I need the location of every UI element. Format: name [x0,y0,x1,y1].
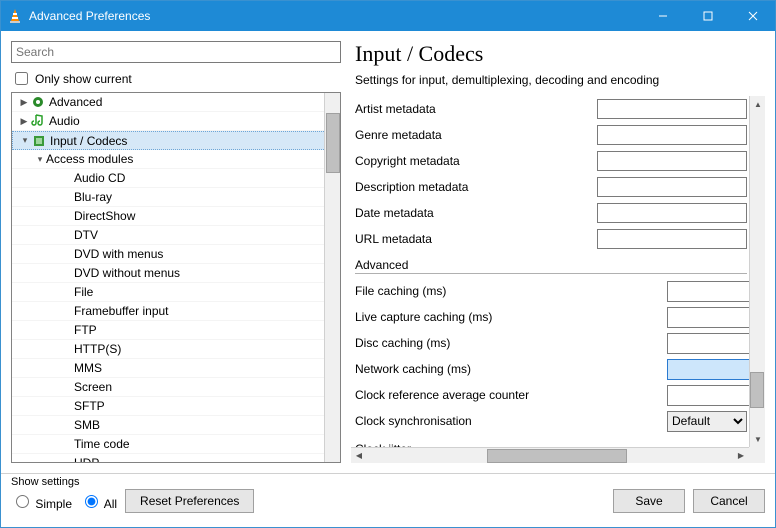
spinbox[interactable]: ▲▼ [667,385,747,406]
gear-icon [30,94,46,110]
only-show-current-checkbox[interactable]: Only show current [11,69,341,88]
field-label: Live capture caching (ms) [355,310,661,324]
page-heading: Input / Codecs [355,41,765,67]
show-settings-label: Show settings [11,476,613,488]
spinbox[interactable]: ▲▼ [667,333,747,354]
tree-leaf[interactable]: Screen [12,378,340,397]
reset-preferences-button[interactable]: Reset Preferences [125,489,254,513]
window-title: Advanced Preferences [29,9,640,23]
minimize-button[interactable] [640,1,685,31]
metadata-row: Copyright metadata [355,148,747,174]
close-button[interactable] [730,1,775,31]
advanced-row: File caching (ms) ▲▼ [355,278,747,304]
advanced-row: Network caching (ms) ▲▼ [355,356,747,382]
spinbox[interactable]: ▲▼ [667,307,747,328]
tree-leaf[interactable]: DTV [12,226,340,245]
scroll-left-arrow-icon[interactable]: ◀ [351,448,367,464]
form-hscrollbar[interactable]: ◀ ▶ [351,447,749,463]
advanced-row: Clock reference average counter ▲▼ [355,382,747,408]
field-label: URL metadata [355,232,591,246]
right-pane: Input / Codecs Settings for input, demul… [351,41,765,463]
tree-leaf[interactable]: HTTP(S) [12,340,340,359]
tree-leaf[interactable]: DVD without menus [12,264,340,283]
advanced-row: Disc caching (ms) ▲▼ [355,330,747,356]
metadata-row: Date metadata [355,200,747,226]
field-label: Description metadata [355,180,591,194]
field-label: Clock reference average counter [355,388,661,402]
radio-simple[interactable]: Simple [11,492,72,511]
metadata-input[interactable] [597,99,747,119]
tree-leaf[interactable]: SMB [12,416,340,435]
spinbox[interactable]: ▲▼ [667,281,747,302]
tree-leaf[interactable]: FTP [12,321,340,340]
cut-row: Clock jitter [355,434,747,447]
tree-leaf[interactable]: UDP [12,454,340,462]
search-input[interactable] [11,41,341,63]
tree-leaf[interactable]: Audio CD [12,169,340,188]
tree-node-audio[interactable]: ▶ Audio [12,112,340,131]
metadata-row: Genre metadata [355,122,747,148]
tree-leaf[interactable]: DirectShow [12,207,340,226]
cancel-button[interactable]: Cancel [693,489,765,513]
tree-leaf[interactable]: MMS [12,359,340,378]
metadata-row: Artist metadata [355,96,747,122]
field-label: Genre metadata [355,128,591,142]
field-label: Network caching (ms) [355,362,661,376]
field-label: Clock synchronisation [355,414,661,428]
titlebar: Advanced Preferences [1,1,775,31]
field-label: File caching (ms) [355,284,661,298]
maximize-button[interactable] [685,1,730,31]
metadata-input[interactable] [597,229,747,249]
metadata-input[interactable] [597,177,747,197]
chip-icon [31,133,47,149]
tree-leaf[interactable]: Time code [12,435,340,454]
tree-node-advanced[interactable]: ▶ Advanced [12,93,340,112]
advanced-row: Clock synchronisation Default [355,408,747,434]
field-label: Artist metadata [355,102,591,116]
tree-leaf[interactable]: Blu-ray [12,188,340,207]
tree-leaf[interactable]: DVD with menus [12,245,340,264]
bottom-bar: Show settings Simple All Reset Preferenc… [1,473,775,517]
metadata-row: Description metadata [355,174,747,200]
tree-leaf[interactable]: SFTP [12,397,340,416]
page-description: Settings for input, demultiplexing, deco… [355,73,765,87]
field-label: Copyright metadata [355,154,591,168]
metadata-input[interactable] [597,151,747,171]
radio-all[interactable]: All [80,492,117,511]
spinbox[interactable]: ▲▼ [667,359,747,380]
metadata-input[interactable] [597,203,747,223]
only-show-current-label: Only show current [35,72,132,86]
music-note-icon [30,113,46,129]
tree-view: ▶ Advanced ▶ Audio ▾ Input / Codecs ▾ Ac… [11,92,341,463]
field-label: Disc caching (ms) [355,336,661,350]
form-vscrollbar[interactable]: ▲ ▼ [749,96,765,447]
scroll-down-arrow-icon[interactable]: ▼ [750,431,765,447]
tree-node-access-modules[interactable]: ▾ Access modules [12,150,340,169]
scroll-up-arrow-icon[interactable]: ▲ [750,96,765,112]
vlc-logo-icon [7,8,23,24]
advanced-group-label: Advanced [355,258,747,274]
advanced-row: Live capture caching (ms) ▲▼ [355,304,747,330]
tree-leaf[interactable]: Framebuffer input [12,302,340,321]
metadata-row: URL metadata [355,226,747,252]
tree-scrollbar[interactable] [324,93,340,462]
metadata-input[interactable] [597,125,747,145]
field-label: Date metadata [355,206,591,220]
save-button[interactable]: Save [613,489,685,513]
left-pane: Only show current ▶ Advanced ▶ Audio ▾ I… [11,41,341,463]
scroll-right-arrow-icon[interactable]: ▶ [733,448,749,464]
only-show-current-input[interactable] [15,72,28,85]
tree-leaf[interactable]: File [12,283,340,302]
dropdown[interactable]: Default [667,411,747,432]
tree-node-input-codecs[interactable]: ▾ Input / Codecs [12,131,340,150]
